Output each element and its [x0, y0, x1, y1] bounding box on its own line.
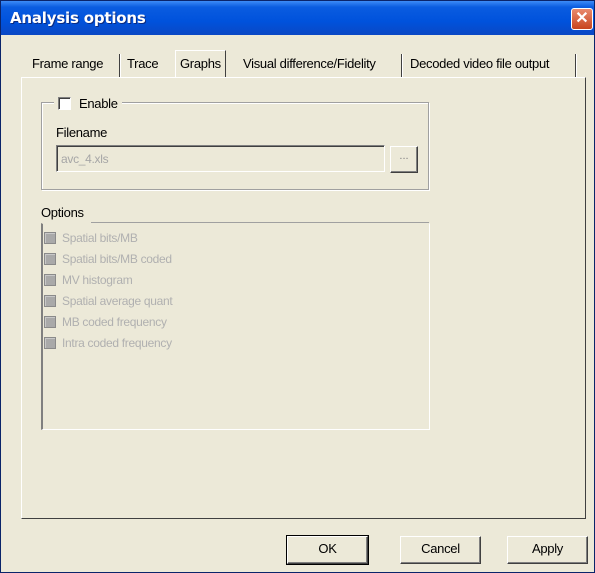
option-label: MV histogram [62, 273, 133, 287]
browse-button-label: ... [399, 150, 409, 162]
tab-visual-difference-fidelity[interactable]: Visual difference/Fidelity [243, 56, 376, 76]
tab-separator [119, 54, 121, 78]
analysis-options-dialog: Analysis options ✕ Frame range Trace Gra… [0, 0, 595, 573]
option-spatial-bits-mb-coded[interactable]: Spatial bits/MB coded [44, 250, 172, 268]
filename-input[interactable]: avc_4.xls [56, 145, 385, 172]
options-label: Options [41, 205, 84, 220]
option-mv-histogram[interactable]: MV histogram [44, 271, 133, 289]
tab-trace[interactable]: Trace [127, 56, 159, 76]
option-label: Spatial bits/MB [62, 231, 138, 245]
option-checkbox[interactable] [44, 274, 56, 286]
browse-button[interactable]: ... [390, 146, 418, 173]
ok-button[interactable]: OK [286, 535, 369, 565]
tab-separator [401, 54, 403, 78]
option-label: Spatial average quant [62, 294, 173, 308]
window-title: Analysis options [10, 9, 146, 27]
option-checkbox[interactable] [44, 232, 56, 244]
enable-checkbox-row[interactable]: Enable [54, 95, 122, 111]
filename-label: Filename [56, 125, 108, 140]
close-icon: ✕ [575, 10, 589, 27]
option-intra-coded-frequency[interactable]: Intra coded frequency [44, 334, 172, 352]
tab-decoded-video-file-output[interactable]: Decoded video file output [410, 56, 550, 76]
option-checkbox[interactable] [44, 316, 56, 328]
option-checkbox[interactable] [44, 295, 56, 307]
tab-frame-range[interactable]: Frame range [32, 56, 103, 76]
title-bar[interactable]: Analysis options ✕ [1, 1, 594, 35]
option-mb-coded-frequency[interactable]: MB coded frequency [44, 313, 167, 331]
apply-button[interactable]: Apply [507, 536, 588, 564]
close-button[interactable]: ✕ [571, 8, 593, 30]
option-label: Spatial bits/MB coded [62, 252, 172, 266]
option-checkbox[interactable] [44, 337, 56, 349]
option-spatial-bits-mb[interactable]: Spatial bits/MB [44, 229, 138, 247]
cancel-button[interactable]: Cancel [400, 536, 481, 564]
enable-checkbox[interactable] [58, 96, 71, 110]
option-label: Intra coded frequency [62, 336, 172, 350]
enable-label: Enable [79, 95, 118, 111]
option-spatial-average-quant[interactable]: Spatial average quant [44, 292, 173, 310]
option-checkbox[interactable] [44, 253, 56, 265]
option-label: MB coded frequency [62, 315, 167, 329]
tab-separator [575, 54, 577, 78]
tab-graphs[interactable]: Graphs [175, 50, 226, 78]
